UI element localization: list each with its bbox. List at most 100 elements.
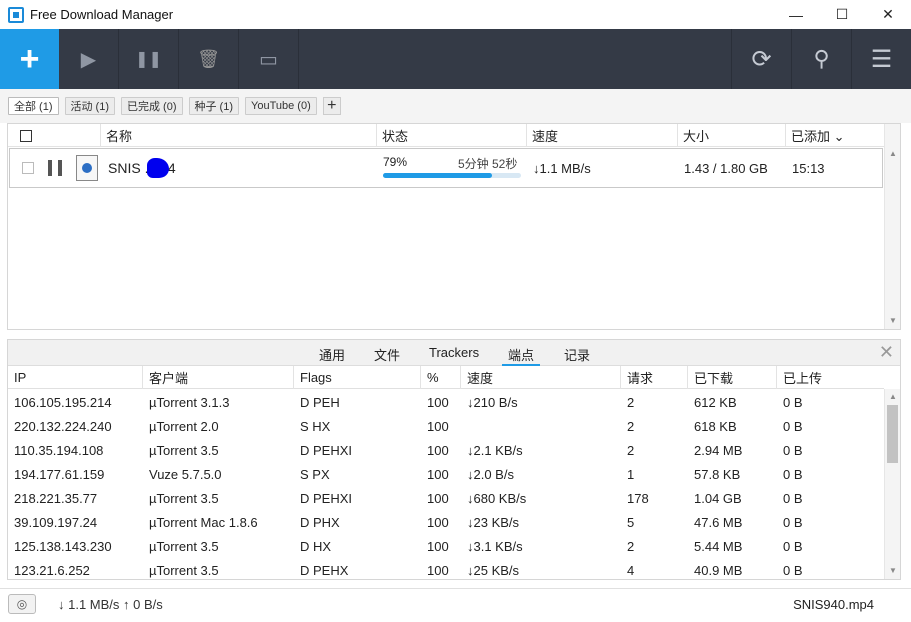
peer-uploaded: 0 B <box>783 490 803 506</box>
status-bar: ◎ ↓ 1.1 MB/s ↑ 0 B/s SNIS940.mp4 <box>0 588 911 622</box>
current-file: SNIS940.mp4 <box>793 597 874 612</box>
peer-ip: 220.132.224.240 <box>14 418 112 434</box>
peer-downloaded: 2.94 MB <box>694 442 743 458</box>
peer-row[interactable]: 39.109.197.24 µTorrent Mac 1.8.6 D PHX 100 ↓… <box>8 510 884 534</box>
title-bar: Free Download Manager — ☐ ✕ <box>0 0 911 29</box>
peer-uploaded: 0 B <box>783 442 803 458</box>
peer-flags: S HX <box>300 418 331 434</box>
details-tabs: 通用 文件 Trackers 端点 记录 ✕ <box>8 340 900 366</box>
peer-row[interactable]: 220.132.224.240 µTorrent 2.0 S HX 100 2 618 K… <box>8 414 884 438</box>
menu-button[interactable]: ☰ <box>851 29 911 89</box>
toolbar-right-group: ⟳ ⚲ ☰ <box>731 29 911 89</box>
peers-header: IP 客户端 Flags % 速度 请求 已下载 已上传 <box>8 366 884 389</box>
downloads-header: 名称 状态 速度 大小 已添加 ⌄ <box>8 124 884 147</box>
peer-client: µTorrent 3.5 <box>149 442 219 458</box>
peer-percent: 100 <box>427 562 449 578</box>
filter-active[interactable]: 活动 (1) <box>64 97 115 115</box>
peer-client: µTorrent 3.5 <box>149 538 219 554</box>
peer-row[interactable]: 218.221.35.77 µTorrent 3.5 D PEHXI 100 ↓680 … <box>8 486 884 510</box>
column-ip[interactable]: IP <box>8 366 143 389</box>
folder-move-icon: ▭ <box>259 48 278 71</box>
tab-log[interactable]: 记录 <box>564 345 590 364</box>
scroll-down-arrow-icon[interactable]: ▼ <box>885 313 901 327</box>
move-button[interactable]: ▭ <box>239 29 299 89</box>
download-row[interactable]: SNIS .mp4 79% 5分钟 52秒 ↓1.1 MB/s 1.43 / 1… <box>9 148 883 188</box>
peer-downloaded: 47.6 MB <box>694 514 743 530</box>
peer-downloaded: 57.8 KB <box>694 466 741 482</box>
peer-ip: 125.138.143.230 <box>14 538 112 554</box>
close-details-icon[interactable]: ✕ <box>879 342 894 363</box>
peer-requests: 2 <box>627 538 635 554</box>
column-peer-speed[interactable]: 速度 <box>461 366 621 389</box>
peer-uploaded: 0 B <box>783 418 803 434</box>
maximize-button[interactable]: ☐ <box>819 0 865 29</box>
peer-requests: 5 <box>627 514 635 530</box>
peer-speed: ↓25 KB/s <box>467 562 520 578</box>
column-flags[interactable]: Flags <box>294 366 421 389</box>
refresh-icon: ⟳ <box>751 45 772 73</box>
column-uploaded[interactable]: 已上传 <box>777 366 884 389</box>
tab-files[interactable]: 文件 <box>374 345 400 364</box>
trash-icon: 🗑 <box>197 48 220 69</box>
peer-requests: 178 <box>627 490 649 506</box>
scroll-up-arrow-icon[interactable]: ▲ <box>885 146 901 160</box>
peer-row[interactable]: 125.138.143.230 µTorrent 3.5 D HX 100 ↓3.1 K… <box>8 534 884 558</box>
add-filter-button[interactable]: + <box>322 97 341 115</box>
minimize-button[interactable]: — <box>773 0 819 29</box>
peer-row[interactable]: 194.177.61.159 Vuze 5.7.5.0 S PX 100 ↓2.0 B/… <box>8 462 884 486</box>
peer-row[interactable]: 106.105.195.214 µTorrent 3.1.3 D PEH 100 ↓21… <box>8 390 884 414</box>
peer-percent: 100 <box>427 442 449 458</box>
peer-uploaded: 0 B <box>783 538 803 554</box>
peers-scrollbar[interactable]: ▲ ▼ <box>884 389 900 579</box>
filter-all[interactable]: 全部 (1) <box>8 97 59 115</box>
close-button[interactable]: ✕ <box>865 0 911 29</box>
delete-button[interactable]: 🗑 <box>179 29 239 89</box>
column-name[interactable]: 名称 <box>101 124 377 147</box>
peer-row[interactable]: 110.35.194.108 µTorrent 3.5 D PEHXI 100 ↓2.1… <box>8 438 884 462</box>
pause-all-button[interactable]: ❚❚ <box>119 29 179 89</box>
column-size[interactable]: 大小 <box>678 124 786 147</box>
column-speed[interactable]: 速度 <box>527 124 678 147</box>
tab-peers[interactable]: 端点 <box>502 345 541 366</box>
resume-button[interactable]: ▶ <box>59 29 119 89</box>
refresh-button[interactable]: ⟳ <box>731 29 791 89</box>
peer-flags: D PEH <box>300 394 340 410</box>
filter-youtube[interactable]: YouTube (0) <box>245 97 317 115</box>
peer-speed: ↓210 B/s <box>467 394 518 410</box>
scroll-down-arrow-icon[interactable]: ▼ <box>885 563 901 577</box>
add-download-button[interactable]: + <box>0 29 59 89</box>
app-logo-icon <box>8 6 24 23</box>
scrollbar-thumb[interactable] <box>887 405 898 463</box>
column-downloaded[interactable]: 已下载 <box>688 366 777 389</box>
peer-downloaded: 1.04 GB <box>694 490 742 506</box>
peer-client: µTorrent 2.0 <box>149 418 219 434</box>
peer-ip: 39.109.197.24 <box>14 514 98 530</box>
row-checkbox[interactable] <box>22 162 34 174</box>
column-status[interactable]: 状态 <box>377 124 527 147</box>
column-requests[interactable]: 请求 <box>621 366 688 389</box>
column-added[interactable]: 已添加 ⌄ <box>786 124 884 147</box>
column-percent[interactable]: % <box>421 366 461 389</box>
filter-torrents[interactable]: 种子 (1) <box>188 97 239 115</box>
peer-downloaded: 612 KB <box>694 394 737 410</box>
tab-general[interactable]: 通用 <box>319 345 345 364</box>
downloads-scrollbar[interactable]: ▲ ▼ <box>884 124 900 329</box>
peer-ip: 110.35.194.108 <box>14 442 104 458</box>
speed-limit-icon[interactable]: ◎ <box>8 594 36 614</box>
filter-completed[interactable]: 已完成 (0) <box>121 97 183 115</box>
peer-percent: 100 <box>427 538 449 554</box>
downloads-list: 名称 状态 速度 大小 已添加 ⌄ SNIS .mp4 79% 5分钟 52秒 … <box>7 123 901 330</box>
peer-downloaded: 618 KB <box>694 418 737 434</box>
peer-client: µTorrent 3.5 <box>149 562 219 578</box>
peer-row[interactable]: 123.21.6.252 µTorrent 3.5 D PEHX 100 ↓25 KB/… <box>8 558 884 582</box>
pause-icon[interactable] <box>48 160 62 176</box>
peer-client: µTorrent 3.1.3 <box>149 394 230 410</box>
select-all-checkbox[interactable] <box>20 129 32 142</box>
column-client[interactable]: 客户端 <box>143 366 294 389</box>
details-panel: 通用 文件 Trackers 端点 记录 ✕ IP 客户端 Flags % 速度… <box>7 339 901 580</box>
tab-trackers[interactable]: Trackers <box>429 345 479 360</box>
peer-percent: 100 <box>427 466 449 482</box>
scroll-up-arrow-icon[interactable]: ▲ <box>885 389 901 403</box>
search-button[interactable]: ⚲ <box>791 29 851 89</box>
peer-downloaded: 40.9 MB <box>694 562 743 578</box>
